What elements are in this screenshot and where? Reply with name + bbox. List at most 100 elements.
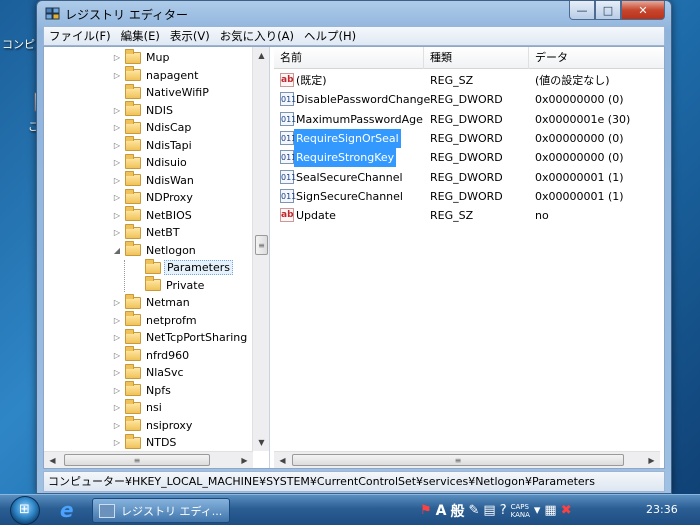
network-icon[interactable]: ▦ (544, 503, 556, 518)
list-scroll-left-button[interactable]: ◀ (274, 453, 291, 468)
value-data: 0x00000000 (0) (535, 131, 624, 145)
tree-item[interactable]: ▷ napagent (112, 66, 200, 84)
volume-muted-icon[interactable]: ✖ (561, 503, 572, 518)
tree-item[interactable]: ▷ nsi (112, 398, 164, 416)
registry-value-row[interactable]: 011 DisablePasswordChange REG_DWORD 0x00000… (274, 90, 660, 109)
tree-expand-arrow-icon[interactable]: ▷ (112, 403, 122, 412)
tree-item-label: NDIS (146, 103, 173, 117)
tree-item[interactable]: ▷ Npfs (112, 381, 173, 399)
flag-icon[interactable]: ⚑ (420, 503, 432, 518)
tree-expand-arrow-icon[interactable]: ▷ (112, 228, 122, 237)
tree-item[interactable]: ▷ netprofm (112, 311, 199, 329)
tree-scroll-thumb[interactable]: ≡ (255, 235, 268, 255)
minimize-button[interactable]: — (569, 1, 595, 20)
tree-item[interactable]: Private (132, 276, 206, 294)
menu-help[interactable]: ヘルプ(H) (299, 28, 361, 44)
folder-icon (145, 276, 161, 291)
tree-vertical-scrollbar[interactable]: ▲ ≡ ▼ (252, 47, 269, 451)
tree-expand-arrow-icon[interactable]: ▷ (112, 211, 122, 220)
tree-item[interactable]: ▷ NDProxy (112, 188, 195, 206)
tree-expand-arrow-icon[interactable]: ▷ (112, 53, 122, 62)
tree-item[interactable]: ▷ Mup (112, 48, 171, 66)
registry-value-row[interactable]: 011 SignSecureChannel REG_DWORD 0x00000001 … (274, 187, 660, 206)
tree-item[interactable]: ▷ NetBIOS (112, 206, 194, 224)
clock[interactable]: 23:36 (646, 503, 678, 516)
menu-view[interactable]: 表示(V) (165, 28, 215, 44)
scroll-up-button[interactable]: ▲ (253, 47, 269, 64)
tree-item[interactable]: ▷ NetBT (112, 223, 182, 241)
tree-expand-arrow-icon[interactable]: ▷ (112, 351, 122, 360)
tree-item[interactable]: NativeWifiP (112, 83, 211, 101)
folder-icon (125, 328, 141, 344)
tree-item[interactable]: ▷ NTDS (112, 433, 178, 451)
ime-kanji-indicator[interactable]: 般 (451, 501, 465, 521)
tree-item[interactable]: ▷ NetTcpPortSharing (112, 328, 249, 346)
ime-help-icon[interactable]: ? (500, 503, 507, 518)
registry-value-row[interactable]: ab Update REG_SZ no (274, 206, 660, 225)
tree-expand-arrow-icon[interactable]: ▷ (112, 176, 122, 185)
start-button[interactable] (10, 496, 40, 525)
tree-expand-arrow-icon[interactable]: ▷ (112, 123, 122, 132)
tray-dropdown-icon[interactable]: ▾ (534, 503, 541, 518)
title-bar[interactable]: レジストリ エディター — □ ✕ (37, 1, 671, 27)
maximize-button[interactable]: □ (595, 1, 621, 20)
tree-item[interactable]: ▷ Ndisuio (112, 153, 189, 171)
menu-edit[interactable]: 編集(E) (116, 28, 165, 44)
registry-value-row[interactable]: 011 SealSecureChannel REG_DWORD 0x00000001 … (274, 168, 660, 187)
tree-item[interactable]: ▷ Netman (112, 293, 192, 311)
scroll-right-button[interactable]: ▶ (236, 453, 253, 468)
registry-value-row[interactable]: 011 MaximumPasswordAge REG_DWORD 0x0000001e… (274, 110, 660, 129)
internet-explorer-icon[interactable]: e (60, 499, 82, 521)
tree-item[interactable]: ▷ NdisCap (112, 118, 193, 136)
tree-hscroll-thumb[interactable]: ≡ (64, 454, 210, 466)
list-scroll-right-button[interactable]: ▶ (643, 453, 660, 468)
registry-editor-window: レジストリ エディター — □ ✕ ファイル(F) 編集(E) 表示(V) お気… (36, 0, 672, 494)
tree-expand-arrow-icon[interactable]: ▷ (112, 316, 122, 325)
tree-expand-arrow-icon[interactable]: ▷ (112, 438, 122, 447)
registry-value-row[interactable]: 011 RequireSignOrSeal REG_DWORD 0x00000000 … (274, 128, 660, 148)
close-button[interactable]: ✕ (621, 1, 665, 20)
tree-item[interactable]: ▷ NdisTapi (112, 136, 194, 154)
tree-horizontal-scrollbar[interactable]: ◀ ≡ ▶ (44, 451, 253, 468)
desktop-computer-label[interactable]: コンピ (2, 36, 35, 52)
tree-item[interactable]: ▷ nfrd960 (112, 346, 191, 364)
list-hscroll-thumb[interactable]: ≡ (292, 454, 624, 466)
tree-expand-arrow-icon[interactable]: ▷ (112, 386, 122, 395)
tree-expand-arrow-icon[interactable]: ◢ (112, 246, 122, 255)
tree-item-label: Netlogon (146, 243, 196, 257)
tree-expand-arrow-icon[interactable]: ▷ (112, 193, 122, 202)
menu-favorites[interactable]: お気に入り(A) (215, 28, 299, 44)
tree-item-label: NetBT (146, 226, 180, 239)
tree-item[interactable]: ▷ nsiproxy (112, 416, 194, 434)
tree-item[interactable]: ◢ Netlogon (112, 241, 198, 259)
tree-item[interactable]: ▷ NdisWan (112, 171, 196, 189)
tree-expand-arrow-icon[interactable]: ▷ (112, 333, 122, 342)
registry-value-row[interactable]: ab (既定) REG_SZ (値の設定なし) (274, 71, 660, 90)
menu-file[interactable]: ファイル(F) (44, 28, 116, 44)
ime-pad-icon[interactable]: ▤ (483, 503, 495, 518)
tree-expand-arrow-icon[interactable]: ▷ (112, 421, 122, 430)
tree-expand-arrow-icon[interactable]: ▷ (112, 141, 122, 150)
registry-value-row[interactable]: 011 RequireStrongKey REG_DWORD 0x00000000 (… (274, 148, 660, 168)
column-name-header[interactable]: 名前 (274, 47, 424, 69)
ime-tools-icon[interactable]: ✎ (469, 503, 480, 518)
scroll-left-button[interactable]: ◀ (44, 453, 61, 468)
tree-expand-arrow-icon[interactable]: ▷ (112, 71, 122, 80)
key-tree-pane[interactable]: ▷ Mup ▷ napagent NativeWifiP ▷ NDIS ▷ NdisCap ▷ Nd… (44, 47, 270, 468)
tree-expand-arrow-icon[interactable]: ▷ (112, 158, 122, 167)
tree-item-label: NetTcpPortSharing (146, 331, 248, 344)
tree-expand-arrow-icon[interactable]: ▷ (112, 106, 122, 115)
taskbar-registry-editor-button[interactable]: レジストリ エディ... (92, 498, 230, 523)
scroll-down-button[interactable]: ▼ (253, 434, 269, 451)
ime-mode-indicator[interactable]: A (436, 503, 447, 519)
tree-item[interactable]: ▷ NlaSvc (112, 363, 186, 381)
tree-expand-arrow-icon[interactable]: ▷ (112, 298, 122, 307)
tree-item[interactable]: ▷ NDIS (112, 101, 175, 119)
value-name: (既定) (296, 74, 327, 87)
column-data-header[interactable]: データ (529, 47, 654, 69)
tree-item[interactable]: Parameters (132, 258, 233, 276)
values-list-pane[interactable]: 名前 種類 データ ab (既定) REG_SZ (値の設定なし) 011 Disable… (274, 47, 664, 468)
tree-expand-arrow-icon[interactable]: ▷ (112, 368, 122, 377)
column-type-header[interactable]: 種類 (424, 47, 529, 69)
list-horizontal-scrollbar[interactable]: ◀ ≡ ▶ (274, 451, 660, 468)
